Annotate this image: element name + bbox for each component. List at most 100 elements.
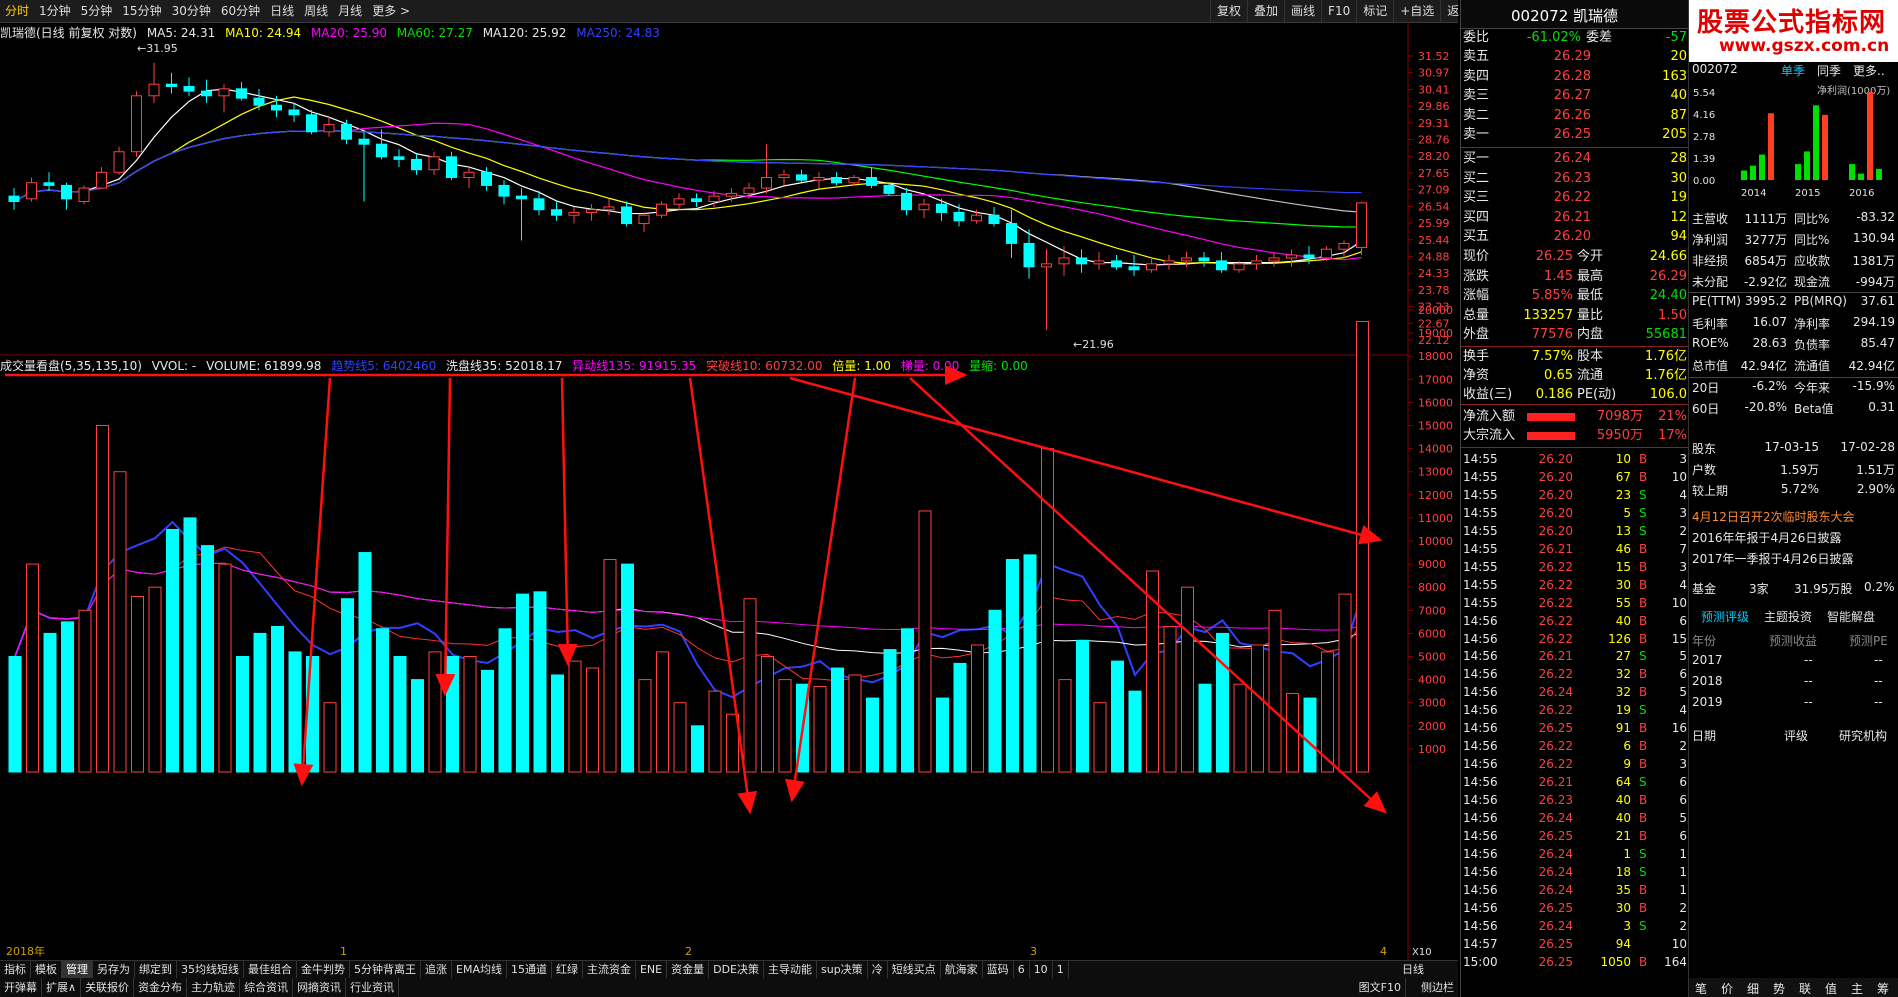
candle-body[interactable] <box>1356 202 1367 248</box>
forecast-tab[interactable]: 预测评级 <box>1701 608 1749 625</box>
kline-chart[interactable]: 31.52 30.97 30.41 29.86 29.31 28.76 28.20 27.65… <box>0 22 1458 960</box>
ind-tab[interactable]: 红绿 <box>552 961 583 979</box>
ind-tab[interactable]: 资金量 <box>667 961 710 979</box>
candle-body[interactable] <box>743 187 755 194</box>
candle-body[interactable] <box>1198 257 1210 262</box>
volume-bar[interactable] <box>1093 702 1107 773</box>
candle-body[interactable] <box>568 211 580 216</box>
volume-bar[interactable] <box>288 651 302 773</box>
candle-body[interactable] <box>603 206 615 211</box>
volume-bar[interactable] <box>1163 625 1177 773</box>
volume-bar[interactable] <box>638 679 652 773</box>
candle-body[interactable] <box>323 123 335 133</box>
candle-body[interactable] <box>411 158 422 171</box>
candle-body[interactable] <box>358 138 370 145</box>
ind-tab[interactable]: 追涨 <box>421 961 452 979</box>
f10-button[interactable]: F10 <box>1321 0 1356 22</box>
volume-bar[interactable] <box>376 628 389 773</box>
volume-bar[interactable] <box>533 591 547 773</box>
volume-bar[interactable] <box>183 517 197 773</box>
candle-body[interactable] <box>96 171 107 189</box>
candle-body[interactable] <box>1181 257 1192 262</box>
f10-bottom-tab[interactable]: 主 <box>1851 980 1863 997</box>
volume-bar[interactable] <box>498 628 512 773</box>
volume-bar[interactable] <box>936 697 949 773</box>
volume-bar[interactable] <box>1006 558 1019 773</box>
candle-body[interactable] <box>901 192 912 211</box>
period-tab-4[interactable]: 30分钟 <box>167 0 216 22</box>
volume-bar[interactable] <box>393 656 407 773</box>
volume-bar[interactable] <box>411 679 424 773</box>
overlay-button[interactable]: 叠加 <box>1247 0 1284 22</box>
candle-body[interactable] <box>1233 263 1245 271</box>
candle-body[interactable] <box>726 192 737 197</box>
tab-single-quarter[interactable]: 单季 <box>1781 62 1805 79</box>
volume-bar[interactable] <box>901 628 914 773</box>
volume-bar[interactable] <box>78 609 92 773</box>
candle-body[interactable] <box>918 203 930 211</box>
volume-bar[interactable] <box>1023 554 1037 773</box>
period-tab-7[interactable]: 周线 <box>299 0 333 22</box>
volume-bar[interactable] <box>568 660 582 773</box>
candle-body[interactable] <box>936 203 947 213</box>
ind-tab[interactable]: 主导动能 <box>764 961 817 979</box>
volume-bar[interactable] <box>1181 586 1194 773</box>
volume-bar[interactable] <box>1338 593 1352 773</box>
volume-bar[interactable] <box>1251 644 1264 773</box>
volume-bar[interactable] <box>218 563 232 773</box>
volume-bar[interactable] <box>26 563 39 773</box>
candle-body[interactable] <box>1076 257 1087 265</box>
sidebar-tab[interactable]: 侧边栏 <box>1417 978 1458 997</box>
volume-bar[interactable] <box>953 662 967 773</box>
f10-bottom-tab[interactable]: 细 <box>1747 980 1759 997</box>
candle-body[interactable] <box>1023 242 1035 268</box>
candle-body[interactable] <box>988 214 1000 225</box>
volume-bar[interactable] <box>1356 321 1369 773</box>
period-tab-6[interactable]: 日线 <box>265 0 299 22</box>
ind-tab[interactable]: 管理 <box>62 961 93 979</box>
candle-body[interactable] <box>288 109 300 116</box>
volume-bar[interactable] <box>883 649 897 773</box>
candle-body[interactable] <box>1146 263 1157 271</box>
draw-button[interactable]: 画线 <box>1284 0 1321 22</box>
candle-body[interactable] <box>498 184 510 197</box>
ind-tab[interactable]: 35均线短线 <box>177 961 244 979</box>
candle-body[interactable] <box>218 88 230 97</box>
candle-body[interactable] <box>428 156 440 171</box>
candle-body[interactable] <box>883 184 895 194</box>
forecast-tab[interactable]: 智能解盘 <box>1827 608 1875 625</box>
ind-tab[interactable]: 5分钟背离王 <box>350 961 421 979</box>
ext-tab[interactable]: 综合资讯 <box>240 978 294 997</box>
volume-bar[interactable] <box>1268 609 1282 773</box>
ind-tab[interactable]: 短线买点 <box>888 961 941 979</box>
volume-bar[interactable] <box>201 545 214 773</box>
ind-tab[interactable]: 最佳组合 <box>244 961 297 979</box>
volume-bar[interactable] <box>656 651 669 773</box>
candle-body[interactable] <box>1321 248 1332 259</box>
volume-bar[interactable] <box>848 674 862 773</box>
volume-bar[interactable] <box>306 656 319 773</box>
candle-body[interactable] <box>761 177 772 189</box>
candle-body[interactable] <box>253 97 265 106</box>
ind-tab[interactable]: 金牛判势 <box>297 961 350 979</box>
volume-bar[interactable] <box>113 471 127 773</box>
volume-bar[interactable] <box>1041 448 1054 773</box>
candle-body[interactable] <box>813 177 825 181</box>
volume-bar[interactable] <box>358 552 372 773</box>
danmu-button[interactable]: 开弹幕 <box>0 978 42 997</box>
volume-bar[interactable] <box>971 644 984 773</box>
volume-bar[interactable] <box>1303 697 1317 773</box>
candle-body[interactable] <box>341 123 352 140</box>
volume-bar[interactable] <box>1198 683 1212 773</box>
volume-bar[interactable] <box>148 586 162 773</box>
candle-body[interactable] <box>1216 260 1227 271</box>
candle-body[interactable] <box>271 104 282 111</box>
volume-bar[interactable] <box>761 656 774 773</box>
volume-bar[interactable] <box>1216 632 1229 773</box>
volume-bar[interactable] <box>96 425 109 773</box>
ind-tab[interactable]: 冷 <box>868 961 888 979</box>
candle-body[interactable] <box>656 203 667 216</box>
f10-bottom-tab[interactable]: 联 <box>1799 980 1811 997</box>
candle-body[interactable] <box>131 95 142 153</box>
volume-bar[interactable] <box>516 593 529 773</box>
